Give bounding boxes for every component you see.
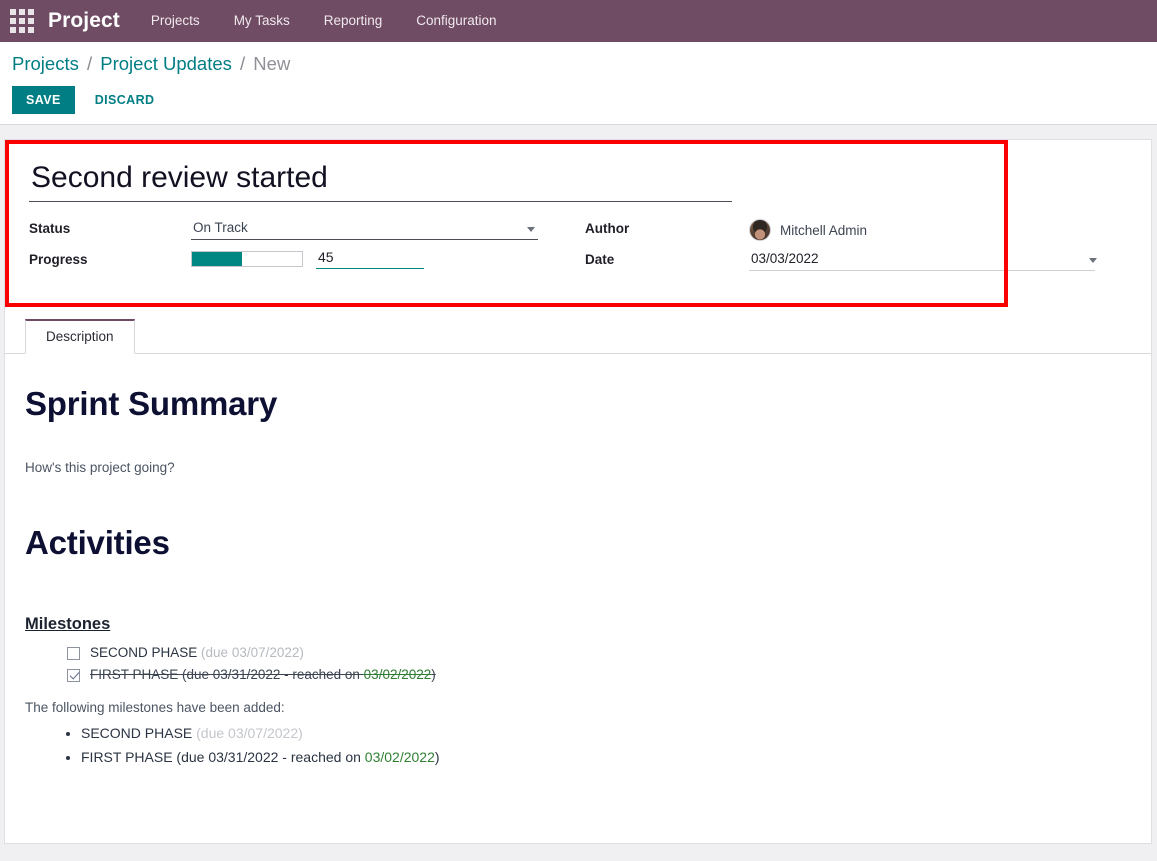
nav-item-my-tasks[interactable]: My Tasks	[217, 0, 307, 42]
progress-label: Progress	[29, 252, 88, 267]
date-input[interactable]	[749, 249, 1095, 271]
author-value-wrap: Mitchell Admin	[749, 218, 1127, 241]
checklist-item: SECOND PHASE (due 03/07/2022)	[67, 642, 1127, 664]
breadcrumb-projects[interactable]: Projects	[12, 53, 79, 74]
checkbox-unchecked-icon[interactable]	[67, 646, 80, 660]
notebook-tabs: Description	[5, 318, 1151, 354]
record-title-input[interactable]	[29, 160, 732, 202]
checklist-item: FIRST PHASE (due 03/31/2022 - reached on…	[67, 664, 1127, 686]
breadcrumb-separator-2: /	[240, 53, 246, 74]
field-row-status: Status	[29, 218, 585, 249]
breadcrumb-separator-1: /	[86, 53, 93, 74]
tab-description[interactable]: Description	[25, 319, 135, 354]
form-header-section: Status Progress	[5, 140, 1151, 286]
bullet-milestone-reached-date: 03/02/2022	[364, 749, 435, 765]
date-label: Date	[585, 252, 615, 267]
paragraph-project-question: How's this project going?	[25, 460, 175, 475]
author-name[interactable]: Mitchell Admin	[780, 223, 867, 238]
nav-item-configuration[interactable]: Configuration	[399, 0, 513, 42]
nav-item-reporting[interactable]: Reporting	[307, 0, 400, 42]
status-label: Status	[29, 221, 71, 236]
list-item: SECOND PHASE (due 03/07/2022)	[81, 721, 1127, 745]
checklist-item-text: SECOND PHASE (due 03/07/2022)	[90, 642, 304, 664]
record-title-row	[29, 160, 735, 202]
nav-item-projects[interactable]: Projects	[134, 0, 217, 42]
progress-bar-fill	[192, 252, 242, 266]
breadcrumb-current-new: New	[253, 53, 291, 74]
notebook: Description Sprint Summary How's this pr…	[5, 318, 1151, 793]
apps-grid-icon[interactable]	[8, 7, 36, 35]
bullet-milestone-name: SECOND PHASE	[81, 725, 197, 741]
milestone-reached-date: 03/02/2022	[363, 667, 432, 682]
status-field-value	[191, 218, 585, 240]
progress-bar[interactable]	[191, 251, 303, 267]
bullet-milestone-due: (due 03/07/2022)	[196, 725, 303, 741]
form-fields: Status Progress	[29, 218, 1127, 280]
bullet-milestone-name: FIRST PHASE (due 03/31/2022 - reached on	[81, 749, 365, 765]
progress-field-value	[191, 249, 585, 269]
save-button[interactable]: SAVE	[12, 86, 75, 114]
navbar-menu: Projects My Tasks Reporting Configuratio…	[134, 0, 514, 42]
user-avatar	[749, 219, 771, 241]
bullet-milestone-tail: )	[434, 749, 440, 765]
progress-widget	[191, 249, 585, 269]
heading-sprint-summary: Sprint Summary	[25, 385, 278, 422]
progress-value-input[interactable]	[316, 249, 424, 269]
status-select[interactable]	[191, 218, 538, 240]
field-row-progress: Progress	[29, 249, 585, 280]
field-row-author: Author Mitchell Admin	[585, 218, 1127, 249]
checklist-item-text: FIRST PHASE (due 03/31/2022 - reached on…	[90, 664, 436, 686]
field-row-date: Date	[585, 249, 1127, 280]
action-button-row: SAVE DISCARD	[12, 86, 1145, 114]
milestone-tail: )	[431, 667, 436, 682]
paragraph-milestones-added: The following milestones have been added…	[25, 700, 285, 715]
milestone-due: (due 03/07/2022)	[201, 645, 304, 660]
heading-milestones: Milestones	[25, 615, 111, 633]
form-column-left: Status Progress	[29, 218, 585, 280]
breadcrumb: Projects / Project Updates / New	[12, 52, 1145, 76]
checkbox-checked-icon[interactable]	[67, 668, 80, 682]
sheet-container: Status Progress	[0, 125, 1157, 844]
top-navbar: Project Projects My Tasks Reporting Conf…	[0, 0, 1157, 42]
milestones-block: Milestones SECOND PHASE (due 03/07/2022)	[25, 563, 1127, 769]
control-panel: Projects / Project Updates / New SAVE DI…	[0, 42, 1157, 125]
tab-panel-description: Sprint Summary How's this project going?…	[5, 354, 1151, 793]
discard-button[interactable]: DISCARD	[81, 86, 169, 114]
milestone-name-done: FIRST PHASE (due 03/31/2022 - reached on	[90, 667, 364, 682]
milestone-name: SECOND PHASE	[90, 645, 198, 660]
author-label: Author	[585, 221, 630, 236]
milestones-checklist: SECOND PHASE (due 03/07/2022) FIRST PHAS…	[25, 642, 1127, 686]
form-column-right: Author Mitchell Admin Date	[585, 218, 1127, 280]
milestones-bullet-list: SECOND PHASE (due 03/07/2022) FIRST PHAS…	[25, 721, 1127, 769]
date-field-value	[749, 249, 1127, 271]
heading-activities: Activities	[25, 524, 170, 561]
app-brand-project[interactable]: Project	[42, 9, 134, 33]
list-item: FIRST PHASE (due 03/31/2022 - reached on…	[81, 745, 1127, 769]
breadcrumb-project-updates[interactable]: Project Updates	[100, 53, 232, 74]
form-sheet: Status Progress	[4, 139, 1152, 844]
author-field-value: Mitchell Admin	[749, 218, 1127, 241]
